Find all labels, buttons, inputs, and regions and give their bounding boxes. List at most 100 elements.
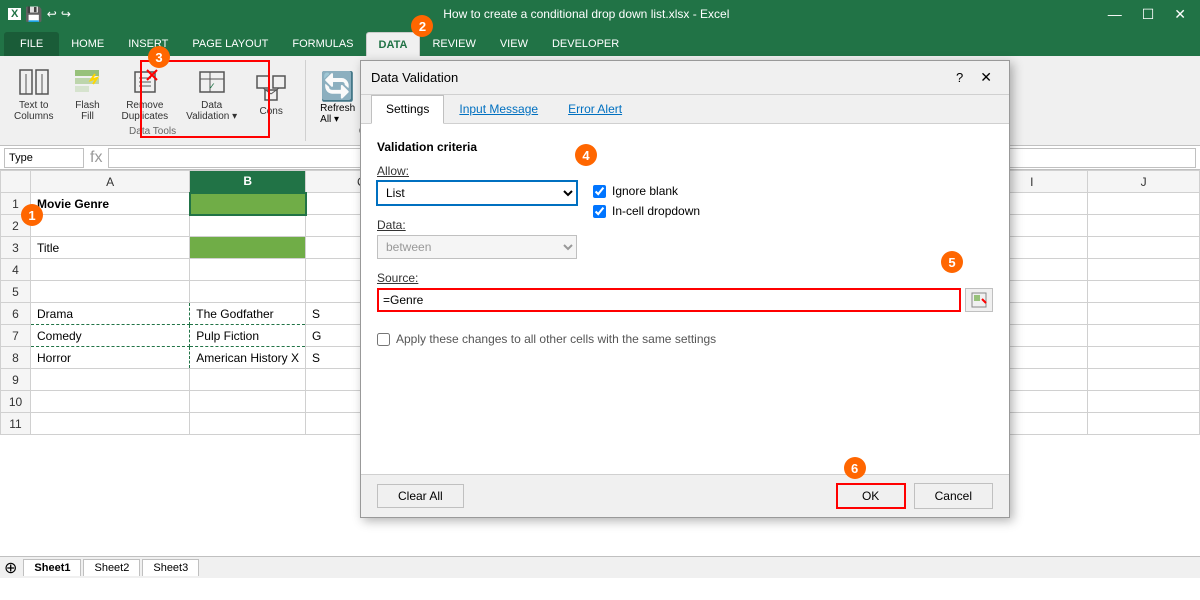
cell-a2[interactable] bbox=[31, 215, 190, 237]
cell-b10[interactable] bbox=[190, 391, 306, 413]
ignore-blank-row: Ignore blank bbox=[593, 184, 700, 198]
cell-a5[interactable] bbox=[31, 281, 190, 303]
cell-a10[interactable] bbox=[31, 391, 190, 413]
tab-formulas[interactable]: FORMULAS bbox=[280, 32, 365, 56]
data-select[interactable]: between bbox=[377, 235, 577, 259]
new-sheet-button[interactable]: ⊕ bbox=[4, 558, 17, 578]
row-num-4: 4 bbox=[1, 259, 31, 281]
data-validation-icon: ✓ bbox=[196, 66, 228, 98]
cell-j1[interactable] bbox=[1088, 193, 1200, 215]
cell-a1[interactable]: Movie Genre 1 bbox=[31, 193, 190, 215]
cell-a8[interactable]: Horror bbox=[31, 347, 190, 369]
ribbon-tabs: FILE HOME INSERT PAGE LAYOUT FORMULAS DA… bbox=[0, 28, 1200, 56]
row-num-3: 3 bbox=[1, 237, 31, 259]
cell-j3[interactable] bbox=[1088, 237, 1200, 259]
col-header-b[interactable]: B bbox=[190, 171, 306, 193]
allow-select[interactable]: List Any value Whole number Decimal Date… bbox=[377, 181, 577, 205]
text-to-columns-button[interactable]: Text toColumns bbox=[8, 62, 59, 126]
maximize-button[interactable]: ☐ bbox=[1136, 4, 1161, 25]
cell-b7[interactable]: Pulp Fiction bbox=[190, 325, 306, 347]
cell-b8[interactable]: American History X bbox=[190, 347, 306, 369]
source-select-button[interactable] bbox=[965, 288, 993, 312]
cell-b11[interactable] bbox=[190, 413, 306, 435]
in-cell-dropdown-label: In-cell dropdown bbox=[612, 204, 700, 218]
dialog-tab-error-alert[interactable]: Error Alert bbox=[553, 95, 637, 123]
cell-b5[interactable] bbox=[190, 281, 306, 303]
cell-b6[interactable]: The Godfather bbox=[190, 303, 306, 325]
source-input[interactable] bbox=[377, 288, 961, 312]
badge-6: 6 bbox=[844, 457, 866, 479]
consolidate-button[interactable]: Cons bbox=[249, 68, 293, 121]
cell-j8[interactable] bbox=[1088, 347, 1200, 369]
refresh-all-button[interactable]: 🔄 RefreshAll ▾ bbox=[314, 66, 361, 129]
save-icon[interactable]: 💾 bbox=[25, 6, 42, 23]
cell-a11[interactable] bbox=[31, 413, 190, 435]
cell-a6[interactable]: Drama bbox=[31, 303, 190, 325]
dialog-close-button[interactable]: ✕ bbox=[973, 67, 999, 88]
cell-j5[interactable] bbox=[1088, 281, 1200, 303]
title-bar: X 💾 ↩ ↪ How to create a conditional drop… bbox=[0, 0, 1200, 28]
clear-all-button[interactable]: Clear All bbox=[377, 484, 464, 508]
cell-j2[interactable] bbox=[1088, 215, 1200, 237]
undo-icon[interactable]: ↩ bbox=[47, 7, 57, 21]
cell-b9[interactable] bbox=[190, 369, 306, 391]
cell-b4[interactable] bbox=[190, 259, 306, 281]
tab-review[interactable]: REVIEW bbox=[420, 32, 487, 56]
sheet-tab-3[interactable]: Sheet3 bbox=[142, 559, 199, 576]
window-controls[interactable]: — ☐ ✕ bbox=[1102, 4, 1192, 25]
close-button[interactable]: ✕ bbox=[1168, 4, 1192, 25]
title-bar-title: How to create a conditional drop down li… bbox=[71, 7, 1102, 21]
cell-j4[interactable] bbox=[1088, 259, 1200, 281]
tab-developer[interactable]: DEVELOPER bbox=[540, 32, 631, 56]
tab-page-layout[interactable]: PAGE LAYOUT bbox=[180, 32, 280, 56]
cancel-button[interactable]: Cancel bbox=[914, 483, 993, 509]
data-validation-button[interactable]: ✓ DataValidation ▾ bbox=[180, 62, 243, 126]
cell-a7[interactable]: Comedy bbox=[31, 325, 190, 347]
badge-3: 3 bbox=[148, 46, 170, 68]
cell-j9[interactable] bbox=[1088, 369, 1200, 391]
flash-fill-button[interactable]: FlashFill bbox=[65, 62, 109, 126]
minimize-button[interactable]: — bbox=[1102, 4, 1128, 25]
sheet-tab-2[interactable]: Sheet2 bbox=[83, 559, 140, 576]
name-box[interactable] bbox=[4, 148, 84, 168]
apply-changes-checkbox[interactable] bbox=[377, 333, 390, 346]
excel-logo-icon: X bbox=[8, 8, 21, 20]
col-header-j[interactable]: J bbox=[1088, 171, 1200, 193]
col-header-a[interactable]: A bbox=[31, 171, 190, 193]
cell-b1[interactable] bbox=[190, 193, 306, 215]
cell-j11[interactable] bbox=[1088, 413, 1200, 435]
sheet-tab-1[interactable]: Sheet1 bbox=[23, 559, 81, 576]
footer-right: OK Cancel 6 bbox=[836, 483, 993, 509]
apply-changes-row: Apply these changes to all other cells w… bbox=[377, 332, 993, 346]
in-cell-dropdown-checkbox[interactable] bbox=[593, 205, 606, 218]
checkbox-group: Ignore blank In-cell dropdown bbox=[593, 164, 700, 218]
dialog-tab-settings[interactable]: Settings bbox=[371, 95, 444, 124]
data-validation-dialog: Data Validation ? ✕ Settings Input Messa… bbox=[360, 60, 1010, 518]
row-num-5: 5 bbox=[1, 281, 31, 303]
cell-j10[interactable] bbox=[1088, 391, 1200, 413]
row-num-7: 7 bbox=[1, 325, 31, 347]
tab-data[interactable]: DATA 2 bbox=[366, 32, 421, 56]
dialog-help-button[interactable]: ? bbox=[950, 70, 969, 85]
dialog-tab-input-message[interactable]: Input Message bbox=[444, 95, 553, 123]
tab-view[interactable]: VIEW bbox=[488, 32, 540, 56]
cell-b2[interactable] bbox=[190, 215, 306, 237]
dialog-tabs: Settings Input Message Error Alert bbox=[361, 95, 1009, 124]
text-to-columns-icon bbox=[18, 66, 50, 98]
cell-a4[interactable] bbox=[31, 259, 190, 281]
cell-a9[interactable] bbox=[31, 369, 190, 391]
tab-home[interactable]: HOME bbox=[59, 32, 116, 56]
cell-a3[interactable]: Title bbox=[31, 237, 190, 259]
cell-b3[interactable] bbox=[190, 237, 306, 259]
tab-file[interactable]: FILE bbox=[4, 32, 59, 56]
cell-j6[interactable] bbox=[1088, 303, 1200, 325]
cell-j7[interactable] bbox=[1088, 325, 1200, 347]
ignore-blank-checkbox[interactable] bbox=[593, 185, 606, 198]
remove-duplicates-button[interactable]: RemoveDuplicates bbox=[115, 62, 174, 126]
ok-button[interactable]: OK bbox=[836, 483, 906, 509]
flash-fill-icon bbox=[71, 66, 103, 98]
dialog-title: Data Validation bbox=[371, 70, 458, 85]
remove-duplicates-icon bbox=[129, 66, 161, 98]
row-num-11: 11 bbox=[1, 413, 31, 435]
redo-icon[interactable]: ↪ bbox=[61, 7, 71, 21]
